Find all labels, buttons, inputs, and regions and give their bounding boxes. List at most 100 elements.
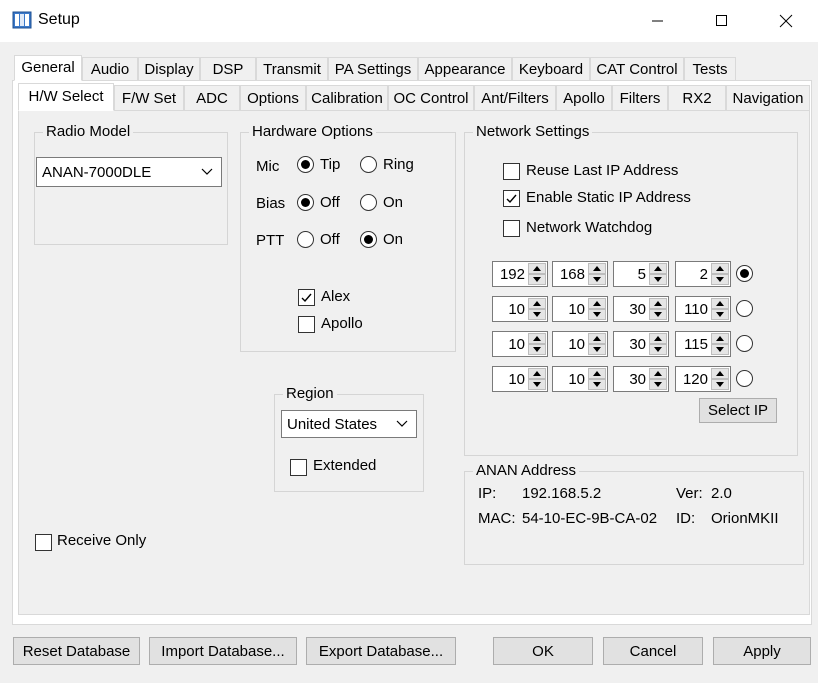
spin-up-icon[interactable] — [649, 368, 667, 379]
receive-only-checkbox[interactable] — [35, 534, 52, 551]
spin-up-icon[interactable] — [588, 263, 606, 274]
tab-keyboard[interactable]: Keyboard — [512, 57, 590, 81]
spin-up-icon[interactable] — [528, 333, 546, 344]
extended-checkbox[interactable] — [290, 459, 307, 476]
spin-down-icon[interactable] — [528, 274, 546, 285]
cancel-button[interactable]: Cancel — [603, 637, 703, 665]
ip-octet-input[interactable]: 10 — [492, 366, 548, 392]
ok-button[interactable]: OK — [493, 637, 593, 665]
subtab-calibration[interactable]: Calibration — [306, 85, 388, 111]
ip-octet-input[interactable]: 10 — [492, 296, 548, 322]
tab-display[interactable]: Display — [138, 57, 200, 81]
ip-octet-input[interactable]: 10 — [552, 366, 608, 392]
spin-up-icon[interactable] — [649, 298, 667, 309]
apply-button[interactable]: Apply — [713, 637, 811, 665]
ver-value: 2.0 — [711, 485, 732, 502]
tab-general[interactable]: General — [14, 55, 82, 81]
ip-octet-input[interactable]: 2 — [675, 261, 731, 287]
spin-up-icon[interactable] — [711, 298, 729, 309]
spin-up-icon[interactable] — [528, 263, 546, 274]
ip-octet-input[interactable]: 30 — [613, 331, 669, 357]
apollo-checkbox[interactable] — [298, 316, 315, 333]
spin-down-icon[interactable] — [711, 344, 729, 355]
spin-down-icon[interactable] — [711, 309, 729, 320]
bias-off-radio[interactable] — [297, 194, 314, 211]
reuse-last-ip-checkbox[interactable] — [503, 163, 520, 180]
spin-up-icon[interactable] — [588, 298, 606, 309]
spin-down-icon[interactable] — [588, 379, 606, 390]
spin-down-icon[interactable] — [588, 344, 606, 355]
spin-up-icon[interactable] — [649, 263, 667, 274]
spin-down-icon[interactable] — [528, 379, 546, 390]
close-button[interactable] — [754, 0, 818, 42]
spin-down-icon[interactable] — [528, 344, 546, 355]
ip-row-3-radio[interactable] — [736, 335, 753, 352]
minimize-button[interactable] — [626, 0, 690, 42]
ip-octet-input[interactable]: 115 — [675, 331, 731, 357]
spin-down-icon[interactable] — [649, 274, 667, 285]
subtab-apollo[interactable]: Apollo — [556, 85, 612, 111]
enable-static-ip-checkbox[interactable] — [503, 190, 520, 207]
spin-up-icon[interactable] — [649, 333, 667, 344]
mic-tip-radio[interactable] — [297, 156, 314, 173]
subtab-oc-control[interactable]: OC Control — [388, 85, 474, 111]
tab-transmit[interactable]: Transmit — [256, 57, 328, 81]
ip-octet-input[interactable]: 10 — [552, 296, 608, 322]
subtab-filters[interactable]: Filters — [612, 85, 668, 111]
ip-octet-input[interactable]: 120 — [675, 366, 731, 392]
ip-row-1-radio[interactable] — [736, 265, 753, 282]
ptt-off-label: Off — [320, 231, 340, 248]
spin-up-icon[interactable] — [528, 298, 546, 309]
spin-up-icon[interactable] — [711, 333, 729, 344]
spin-up-icon[interactable] — [711, 368, 729, 379]
spin-down-icon[interactable] — [528, 309, 546, 320]
alex-checkbox[interactable] — [298, 289, 315, 306]
spin-up-icon[interactable] — [711, 263, 729, 274]
tab-audio[interactable]: Audio — [82, 57, 138, 81]
ip-octet-input[interactable]: 192 — [492, 261, 548, 287]
ip-octet-input[interactable]: 10 — [552, 331, 608, 357]
spin-up-icon[interactable] — [588, 333, 606, 344]
ip-octet-input[interactable]: 30 — [613, 296, 669, 322]
ip-octet-input[interactable]: 168 — [552, 261, 608, 287]
subtab-ant-filters[interactable]: Ant/Filters — [474, 85, 556, 111]
spin-down-icon[interactable] — [588, 309, 606, 320]
region-select[interactable]: United States — [281, 410, 417, 438]
spin-down-icon[interactable] — [711, 274, 729, 285]
ptt-on-radio[interactable] — [360, 231, 377, 248]
network-watchdog-checkbox[interactable] — [503, 220, 520, 237]
export-database-button[interactable]: Export Database... — [306, 637, 456, 665]
maximize-button[interactable] — [690, 0, 754, 42]
spin-down-icon[interactable] — [588, 274, 606, 285]
ip-row-2-radio[interactable] — [736, 300, 753, 317]
ip-octet-input[interactable]: 5 — [613, 261, 669, 287]
spin-down-icon[interactable] — [711, 379, 729, 390]
ptt-off-radio[interactable] — [297, 231, 314, 248]
tab-pa-settings[interactable]: PA Settings — [328, 57, 418, 81]
subtab-hw-select[interactable]: H/W Select — [18, 83, 114, 111]
ip-octet-input[interactable]: 10 — [492, 331, 548, 357]
ip-octet-input[interactable]: 110 — [675, 296, 731, 322]
spin-up-icon[interactable] — [528, 368, 546, 379]
spin-down-icon[interactable] — [649, 309, 667, 320]
import-database-button[interactable]: Import Database... — [149, 637, 297, 665]
tab-appearance[interactable]: Appearance — [418, 57, 512, 81]
ip-row-4-radio[interactable] — [736, 370, 753, 387]
subtab-fw-set[interactable]: F/W Set — [114, 85, 184, 111]
spin-down-icon[interactable] — [649, 379, 667, 390]
spin-down-icon[interactable] — [649, 344, 667, 355]
reset-database-button[interactable]: Reset Database — [13, 637, 140, 665]
mic-ring-radio[interactable] — [360, 156, 377, 173]
subtab-navigation[interactable]: Navigation — [726, 85, 810, 111]
subtab-options[interactable]: Options — [240, 85, 306, 111]
tab-tests[interactable]: Tests — [684, 57, 736, 81]
tab-cat-control[interactable]: CAT Control — [590, 57, 684, 81]
bias-on-radio[interactable] — [360, 194, 377, 211]
subtab-rx2[interactable]: RX2 — [668, 85, 726, 111]
ip-octet-input[interactable]: 30 — [613, 366, 669, 392]
radio-model-select[interactable]: ANAN-7000DLE — [36, 157, 222, 187]
subtab-adc[interactable]: ADC — [184, 85, 240, 111]
select-ip-button[interactable]: Select IP — [699, 398, 777, 423]
spin-up-icon[interactable] — [588, 368, 606, 379]
tab-dsp[interactable]: DSP — [200, 57, 256, 81]
